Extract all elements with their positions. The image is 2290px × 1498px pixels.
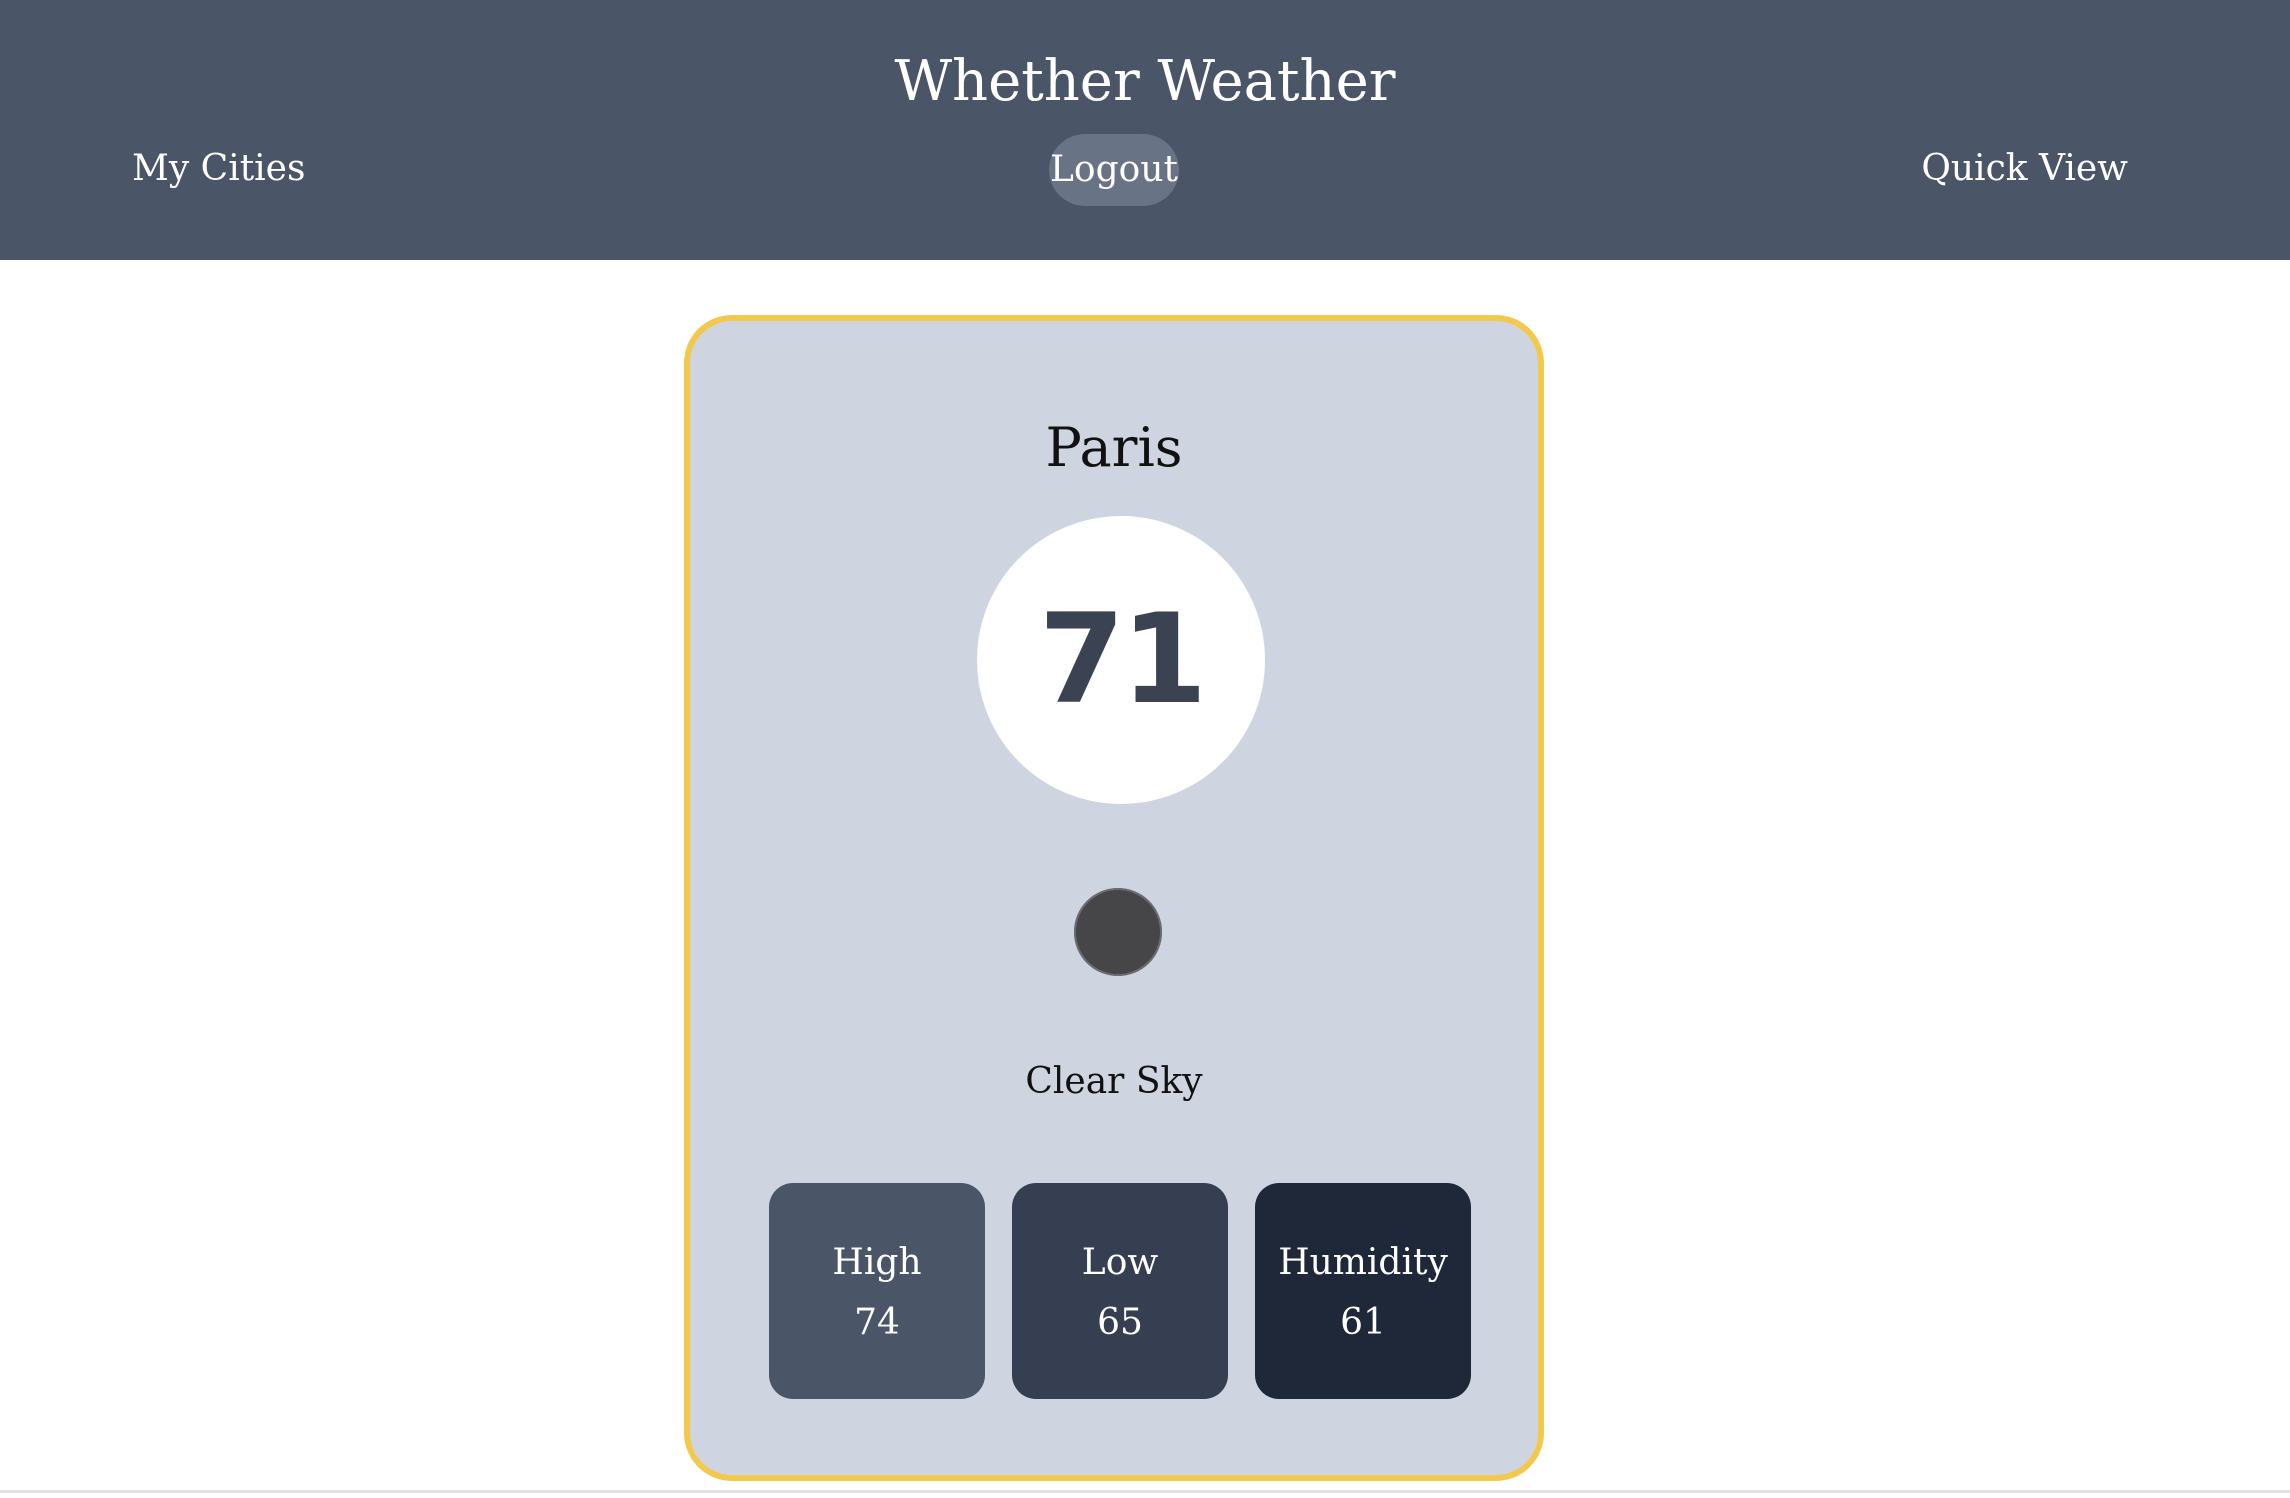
high-value: 74 (854, 1302, 900, 1343)
city-name: Paris (1045, 416, 1183, 479)
humidity-label: Humidity (1278, 1242, 1448, 1283)
nav-my-cities-link[interactable]: My Cities (132, 139, 305, 199)
humidity-box: Humidity 61 (1255, 1183, 1471, 1399)
low-temp-box: Low 65 (1012, 1183, 1228, 1399)
weather-card: Paris 71 Clear Sky High 74 Low 65 Humidi… (684, 315, 1544, 1481)
weather-condition: Clear Sky (1025, 1061, 1203, 1102)
temperature-circle: 71 (977, 516, 1265, 804)
app-header: Whether Weather My Cities Logout Quick V… (0, 0, 2290, 260)
high-temp-box: High 74 (769, 1183, 985, 1399)
page-bottom-divider (0, 1490, 2290, 1493)
logout-button[interactable]: Logout (1049, 134, 1179, 206)
low-value: 65 (1097, 1302, 1143, 1343)
app-title: Whether Weather (894, 49, 1396, 114)
low-label: Low (1081, 1242, 1159, 1283)
high-label: High (832, 1242, 922, 1283)
weather-condition-icon (1074, 888, 1162, 976)
humidity-value: 61 (1340, 1302, 1386, 1343)
temperature-value: 71 (1038, 588, 1208, 732)
nav-quick-view-link[interactable]: Quick View (1921, 139, 2128, 199)
